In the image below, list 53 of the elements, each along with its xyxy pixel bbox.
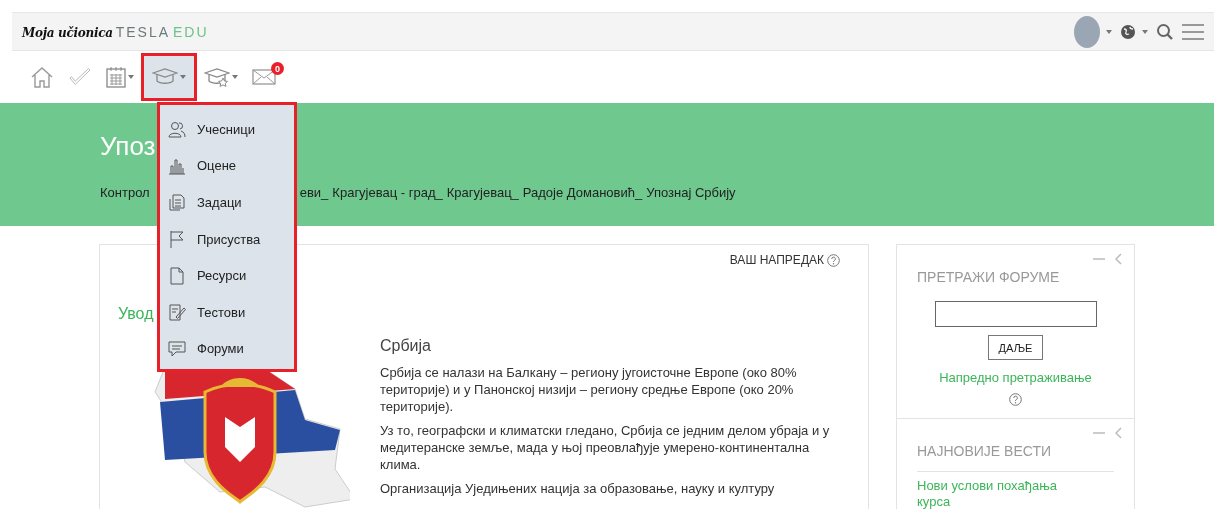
collapse-icon[interactable] xyxy=(1115,427,1122,439)
menu-item[interactable]: Форуми xyxy=(160,330,294,368)
breadcrumb-link[interactable]: Радоје Домановић_ xyxy=(522,185,643,200)
globe-icon[interactable] xyxy=(1120,23,1136,40)
pencil-document-icon xyxy=(168,303,186,322)
avatar[interactable] xyxy=(1074,15,1100,48)
menu-item[interactable]: Тестови xyxy=(160,293,294,331)
course-title: Упоз xyxy=(100,131,156,163)
chat-icon xyxy=(168,339,186,358)
calendar-icon xyxy=(106,66,126,88)
breadcrumb-link[interactable]: Контрол xyxy=(100,185,150,200)
article-paragraph: Србија се налази на Балкану – региону југоисточне Европе (око 80% територије) и у Панонској низији – региону средње Европе (око 20% територије). xyxy=(380,364,798,415)
envelope-icon xyxy=(252,69,276,85)
breadcrumb-link[interactable]: Упознај Србију xyxy=(646,185,736,200)
article-paragraph: Организација Уједињених нација за образовање, науку и културу xyxy=(380,480,776,497)
menu-item[interactable]: Ресурси xyxy=(160,257,294,294)
caret-icon[interactable] xyxy=(1142,29,1148,34)
unread-badge: 0 xyxy=(271,62,284,75)
help-icon[interactable] xyxy=(1009,393,1022,406)
course-button[interactable] xyxy=(144,56,194,98)
graduation-cap-icon xyxy=(152,67,178,87)
search-icon[interactable] xyxy=(1156,22,1174,41)
article-paragraph: Уз то, географски и климатски гледано, Србија се једним делом убраја и у медитеранске земље, мада у њој преовлађује умерено-континентална клима. xyxy=(380,422,831,473)
people-icon xyxy=(168,120,186,139)
caret-icon xyxy=(180,75,186,79)
graduation-cap-star-icon xyxy=(204,67,230,87)
caret-icon[interactable] xyxy=(1106,29,1112,34)
documents-icon xyxy=(168,193,186,212)
home-icon xyxy=(30,66,54,88)
help-icon[interactable] xyxy=(827,253,840,267)
menu-icon[interactable] xyxy=(1182,22,1204,41)
checkmark-icon xyxy=(68,67,92,87)
go-button[interactable]: ДАЉЕ xyxy=(987,335,1044,360)
menu-item[interactable]: Задаци xyxy=(160,184,294,221)
menu-item[interactable]: Учесници xyxy=(160,111,294,148)
breadcrumb-link[interactable]: Крагујевац_ xyxy=(446,185,519,200)
breadcrumb-link[interactable]: Крагујевац - град_ xyxy=(332,185,443,200)
bar-chart-icon xyxy=(168,156,186,175)
menu-item[interactable]: Оцене xyxy=(160,147,294,185)
collapse-icon[interactable] xyxy=(1115,253,1122,265)
breadcrumb-link[interactable]: еви_ xyxy=(299,185,329,200)
caret-icon xyxy=(232,75,238,79)
section-title: Увод xyxy=(118,305,154,324)
flag-icon xyxy=(168,230,186,249)
block-title: НАЈНОВИЈЕ ВЕСТИ xyxy=(917,443,1052,459)
caret-icon xyxy=(128,75,134,79)
block-title: ПРЕТРАЖИ ФОРУМЕ xyxy=(917,269,1061,285)
progress-label: ВАШ НАПРЕДАК xyxy=(729,253,824,267)
document-icon xyxy=(168,266,186,285)
article-heading: Србија xyxy=(380,337,432,355)
search-field[interactable] xyxy=(934,301,1097,327)
menu-item[interactable]: Присуства xyxy=(160,220,294,258)
logo[interactable]: Moja učionica TESLA EDU xyxy=(22,23,209,40)
